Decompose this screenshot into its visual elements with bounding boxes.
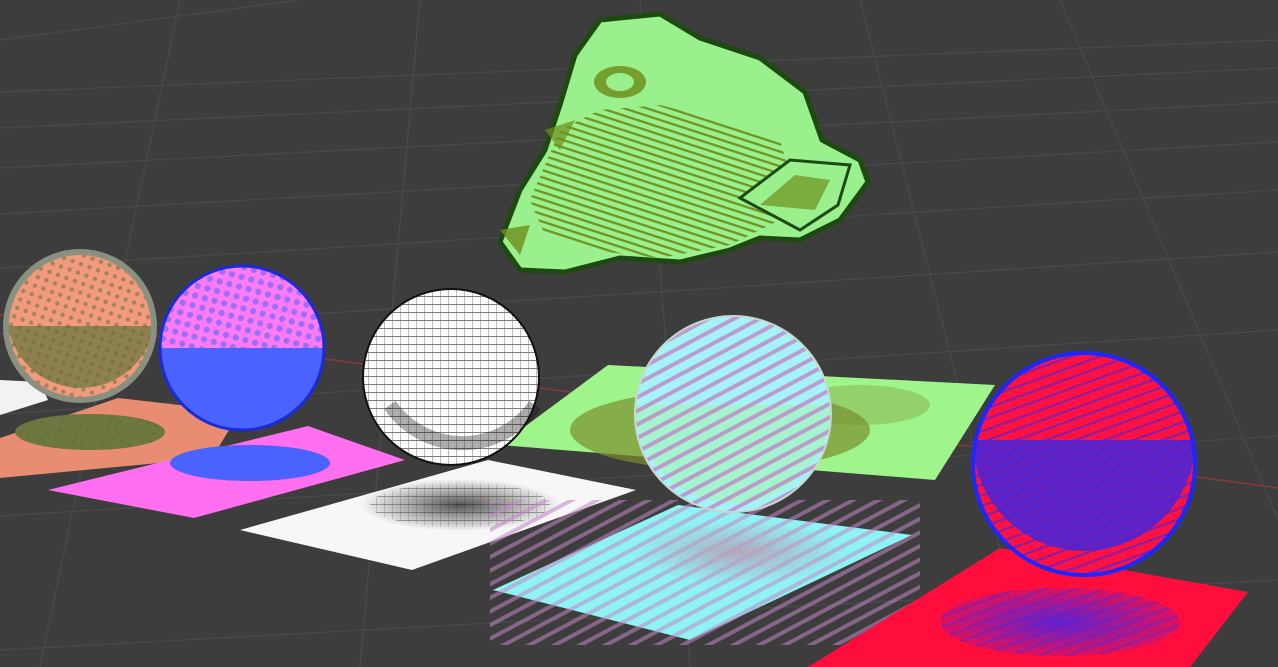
monkey-head-model[interactable] — [497, 11, 871, 275]
cyan-plane[interactable] — [490, 500, 920, 645]
peach-halftone-sphere[interactable] — [3, 249, 157, 403]
cyan-stripe-sphere[interactable] — [634, 315, 832, 513]
magenta-halftone-sphere[interactable] — [158, 264, 326, 432]
3d-viewport[interactable] — [0, 0, 1278, 667]
viewport-scene[interactable] — [0, 0, 1278, 667]
white-hatched-sphere[interactable] — [362, 288, 541, 466]
red-stripe-sphere[interactable] — [971, 351, 1197, 577]
